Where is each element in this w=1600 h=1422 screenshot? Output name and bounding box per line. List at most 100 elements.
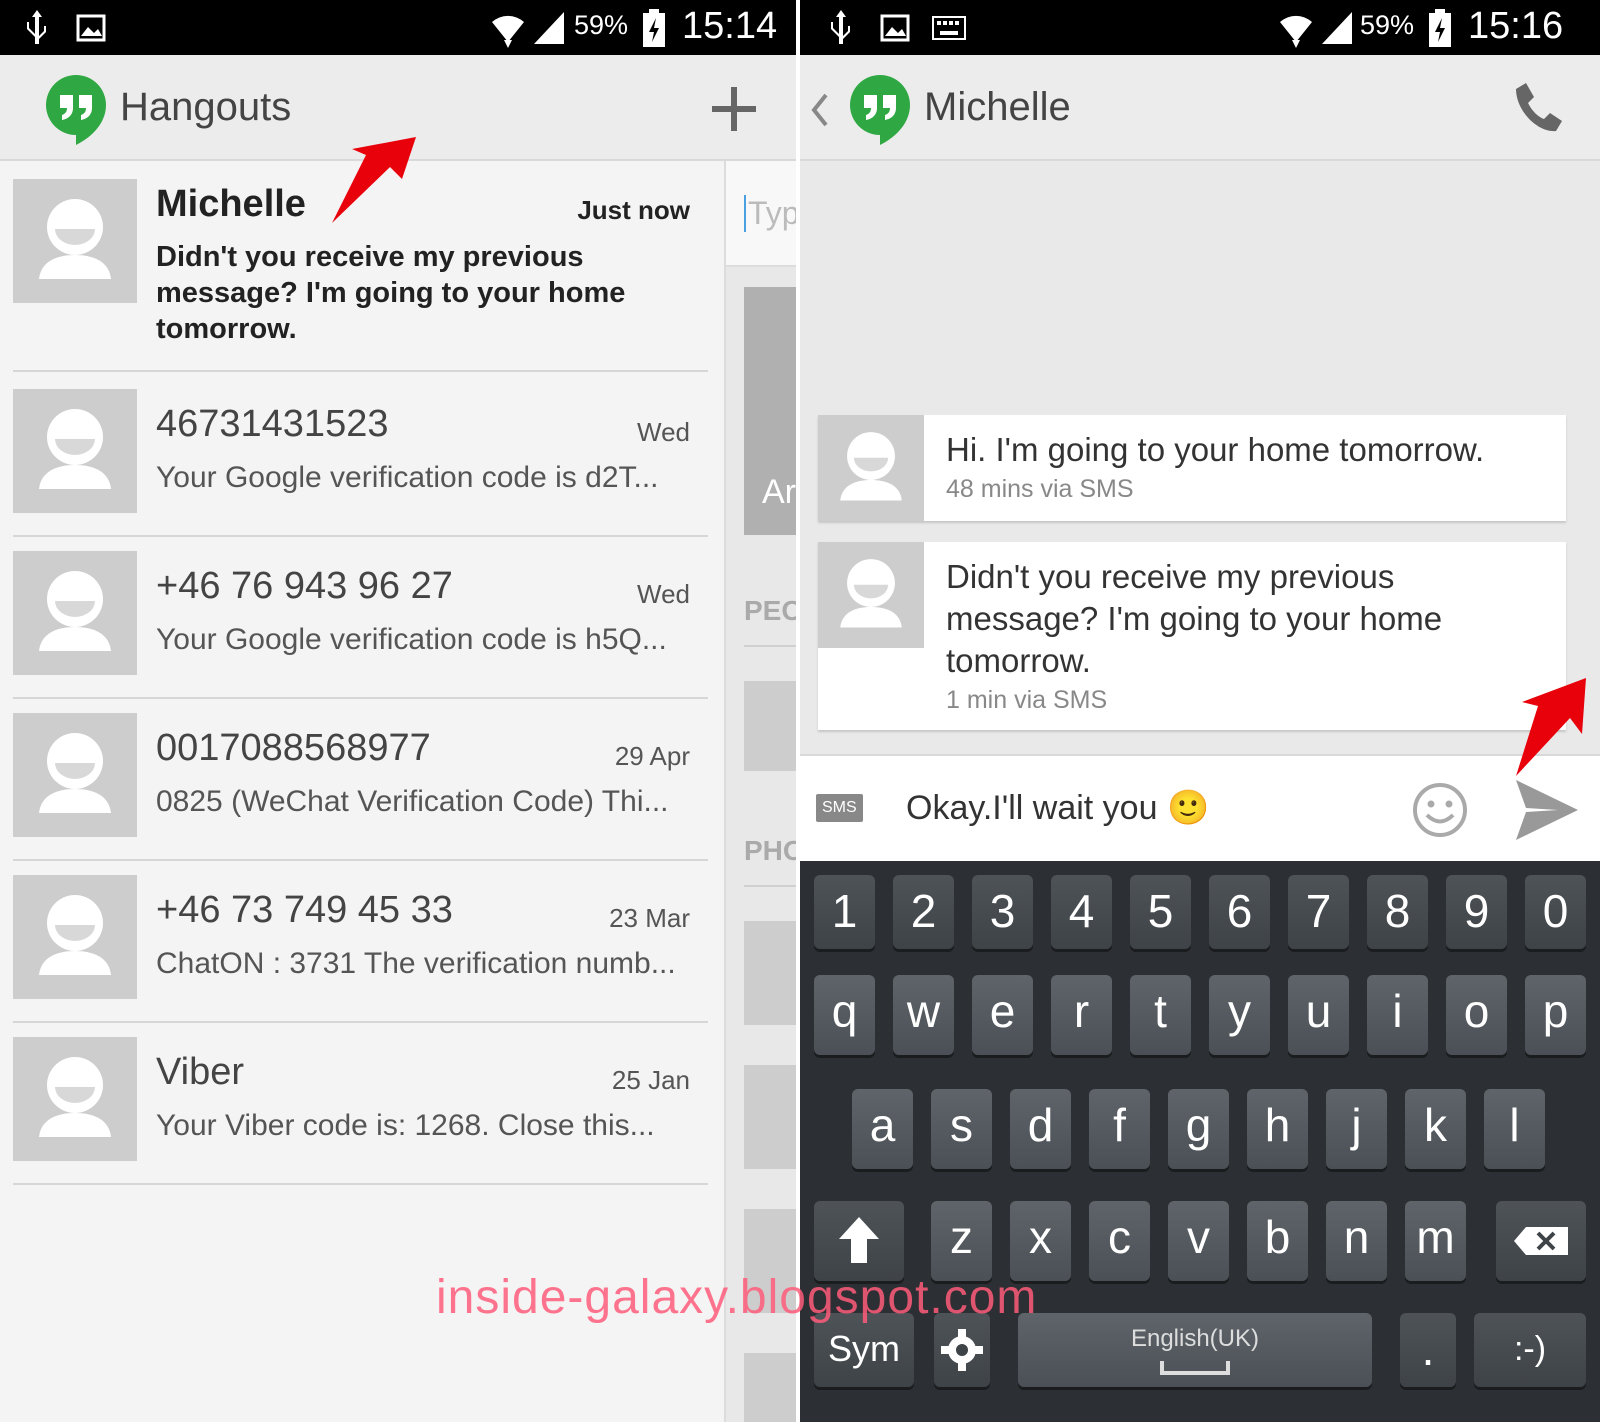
add-conversation-icon[interactable] (710, 85, 758, 133)
key-c[interactable]: c (1089, 1201, 1150, 1281)
avatar (13, 713, 137, 837)
space-bar-icon (1160, 1361, 1230, 1375)
signal-icon (534, 12, 564, 44)
key-e[interactable]: e (972, 975, 1033, 1055)
key-d[interactable]: d (1010, 1089, 1071, 1169)
key-q[interactable]: q (814, 975, 875, 1055)
key-n[interactable]: n (1326, 1201, 1387, 1281)
key-a[interactable]: a (852, 1089, 913, 1169)
key-f[interactable]: f (1089, 1089, 1150, 1169)
key-u[interactable]: u (1288, 975, 1349, 1055)
conversation-snippet: ChatON : 3731 The verification numb... (156, 947, 676, 980)
conversation-item[interactable]: +46 73 749 45 33 23 Mar ChatON : 3731 Th… (13, 875, 708, 1023)
key-l[interactable]: l (1484, 1089, 1545, 1169)
image-icon (880, 14, 910, 42)
message-bubble[interactable]: Didn't you receive my previous message? … (818, 542, 1566, 730)
avatar (13, 1037, 137, 1161)
keyboard-icon (932, 16, 966, 40)
key-p[interactable]: p (1525, 975, 1586, 1055)
avatar (13, 179, 137, 303)
key-4[interactable]: 4 (1051, 875, 1112, 949)
key-o[interactable]: o (1446, 975, 1507, 1055)
conversation-item[interactable]: +46 76 943 96 27 Wed Your Google verific… (13, 551, 708, 699)
key-v[interactable]: v (1168, 1201, 1229, 1281)
conversation-time: 29 Apr (614, 741, 690, 771)
key-b[interactable]: b (1247, 1201, 1308, 1281)
conversation-snippet: Your Viber code is: 1268. Close this... (156, 1109, 655, 1142)
clock: 15:16 (1468, 5, 1564, 47)
message-text: Didn't you receive my previous message? … (946, 558, 1443, 679)
key-6[interactable]: 6 (1209, 875, 1270, 949)
wifi-icon (1280, 15, 1312, 48)
conversation-name: +46 73 749 45 33 (156, 889, 453, 931)
send-icon[interactable] (1514, 778, 1580, 842)
conversation-item[interactable]: 46731431523 Wed Your Google verification… (13, 389, 708, 537)
peek-section-phone: PHO (744, 835, 796, 866)
key-z[interactable]: z (931, 1201, 992, 1281)
conversation-time: Just now (577, 195, 690, 225)
usb-icon (831, 10, 850, 44)
smiley-key[interactable]: :-) (1474, 1313, 1586, 1387)
backspace-key[interactable] (1496, 1201, 1586, 1281)
period-key[interactable]: . (1400, 1313, 1456, 1387)
phone-call-icon[interactable] (1510, 81, 1564, 135)
app-title: Hangouts (120, 85, 292, 129)
conversation-item[interactable]: Viber 25 Jan Your Viber code is: 1268. C… (13, 1037, 708, 1185)
key-j[interactable]: j (1326, 1089, 1387, 1169)
peek-avatar (744, 921, 796, 1025)
key-i[interactable]: i (1367, 975, 1428, 1055)
conversation-snippet: 0825 (WeChat Verification Code) Thi... (156, 785, 669, 818)
key-s[interactable]: s (931, 1089, 992, 1169)
emoji-icon[interactable] (1412, 782, 1468, 838)
battery-charging-icon (643, 9, 665, 47)
key-x[interactable]: x (1010, 1201, 1071, 1281)
key-m[interactable]: m (1405, 1201, 1466, 1281)
contact-name: Michelle (924, 85, 1071, 129)
on-screen-keyboard: 1 2 3 4 5 6 7 8 9 0 q w e r t y u i o p … (800, 861, 1600, 1422)
key-0[interactable]: 0 (1525, 875, 1586, 949)
space-key[interactable]: English(UK) (1018, 1313, 1372, 1387)
key-7[interactable]: 7 (1288, 875, 1349, 949)
conversation-name: +46 76 943 96 27 (156, 565, 453, 607)
annotation-arrow-icon (332, 137, 416, 223)
status-bar: 59% 15:14 (0, 0, 796, 55)
key-8[interactable]: 8 (1367, 875, 1428, 949)
key-9[interactable]: 9 (1446, 875, 1507, 949)
key-1[interactable]: 1 (814, 875, 875, 949)
key-3[interactable]: 3 (972, 875, 1033, 949)
key-y[interactable]: y (1209, 975, 1270, 1055)
key-r[interactable]: r (1051, 975, 1112, 1055)
wifi-icon (492, 15, 524, 48)
avatar (13, 551, 137, 675)
shift-key[interactable] (814, 1201, 904, 1281)
key-w[interactable]: w (893, 975, 954, 1055)
hangouts-logo-icon[interactable] (44, 73, 108, 145)
message-meta: 1 min via SMS (946, 686, 1108, 714)
peek-panel[interactable]: Typ Ar PEO PHO (724, 161, 796, 1422)
sms-mode-badge[interactable]: SMS (816, 794, 863, 822)
message-input[interactable] (906, 780, 1326, 836)
back-chevron-icon[interactable] (810, 93, 830, 127)
signal-icon (1322, 12, 1352, 44)
conversation-item[interactable]: 0017088568977 29 Apr 0825 (WeChat Verifi… (13, 713, 708, 861)
key-g[interactable]: g (1168, 1089, 1229, 1169)
conversation-name: 0017088568977 (156, 727, 431, 769)
key-h[interactable]: h (1247, 1089, 1308, 1169)
conversation-name: Michelle (156, 183, 306, 225)
peek-section-people: PEO (744, 595, 796, 626)
peek-card: Ar (744, 287, 796, 535)
conversation-time: 23 Mar (609, 903, 690, 933)
action-bar: Michelle (800, 55, 1600, 161)
key-5[interactable]: 5 (1130, 875, 1191, 949)
conversation-time: Wed (637, 579, 690, 609)
conversation-name: 46731431523 (156, 403, 389, 445)
conversation-snippet: Didn't you receive my previous message? … (156, 241, 626, 345)
key-k[interactable]: k (1405, 1089, 1466, 1169)
hangouts-logo-icon[interactable] (848, 73, 912, 145)
image-icon (76, 14, 106, 42)
key-2[interactable]: 2 (893, 875, 954, 949)
usb-icon (27, 10, 46, 44)
key-t[interactable]: t (1130, 975, 1191, 1055)
message-bubble[interactable]: Hi. I'm going to your home tomorrow. 48 … (818, 415, 1566, 521)
avatar (13, 389, 137, 513)
